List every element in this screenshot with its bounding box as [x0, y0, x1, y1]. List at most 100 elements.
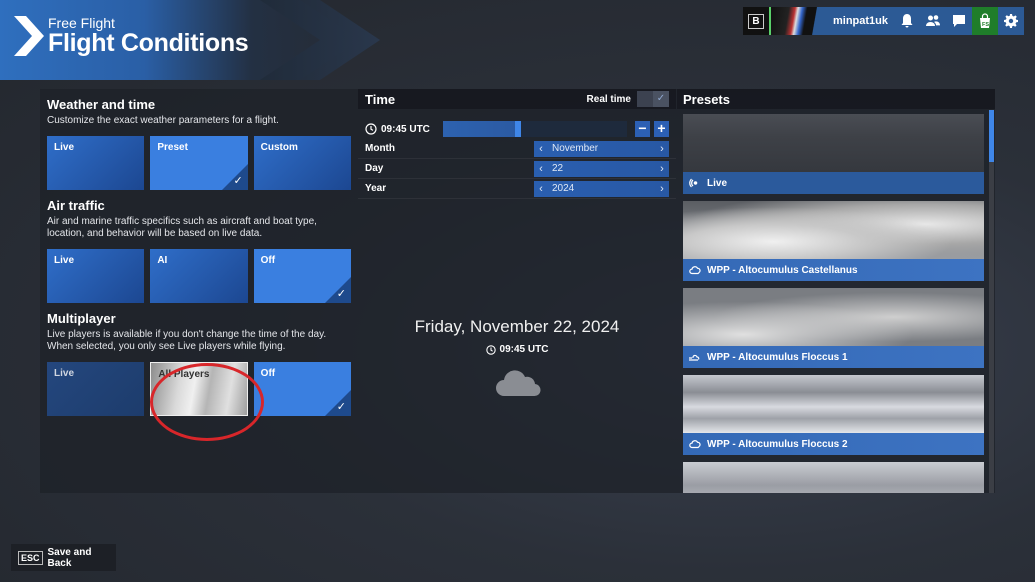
preset-item[interactable] — [683, 462, 984, 493]
preset-thumbnail — [683, 114, 984, 172]
weather-section-description: Customize the exact weather parameters f… — [47, 115, 279, 126]
multiplayer-option-all-players[interactable]: All Players — [150, 362, 248, 416]
multiplayer-option-live[interactable]: Live — [47, 362, 145, 416]
option-label: AI — [157, 255, 168, 266]
day-row: Day ‹ 22 › — [358, 159, 676, 179]
month-value: November — [552, 143, 599, 154]
time-increase-button[interactable]: + — [654, 121, 669, 137]
year-row: Year ‹ 2024 › — [358, 179, 676, 199]
chevron-right-icon[interactable]: › — [655, 143, 669, 155]
option-label: Custom — [260, 142, 298, 153]
preset-item-live[interactable]: Live — [683, 114, 984, 194]
notifications-button[interactable] — [894, 7, 920, 35]
multiplayer-option-off[interactable]: Off ✓ — [253, 362, 351, 416]
preset-thumbnail — [683, 462, 984, 493]
preset-label-bar: WPP - Altocumulus Floccus 1 — [683, 346, 984, 368]
option-label: Live — [54, 142, 75, 153]
time-value: 09:45 UTC — [381, 123, 430, 135]
conditions-options-panel: Weather and time Customize the exact wea… — [40, 89, 358, 493]
gear-icon — [1004, 14, 1018, 28]
friends-button[interactable] — [920, 7, 946, 35]
save-and-back-label: Save and Back — [47, 546, 92, 569]
cloud-icon — [689, 440, 701, 449]
month-label: Month — [365, 143, 395, 154]
cloud-icon — [496, 370, 541, 397]
chevron-right-icon[interactable]: › — [655, 183, 669, 195]
time-slider-thumb[interactable] — [514, 121, 521, 137]
profile-badge[interactable]: B — [743, 7, 769, 35]
chat-button[interactable] — [946, 7, 972, 35]
real-time-toggle[interactable]: ✓ — [637, 91, 669, 107]
year-stepper[interactable]: ‹ 2024 › — [534, 180, 669, 197]
checkmark-icon: ✓ — [653, 91, 669, 107]
time-slider[interactable] — [443, 121, 627, 137]
weather-option-custom[interactable]: Custom — [253, 136, 351, 190]
avatar[interactable] — [769, 7, 827, 35]
friends-icon — [926, 15, 940, 26]
checkmark-icon: ✓ — [336, 401, 346, 413]
air-traffic-option-ai[interactable]: AI — [150, 249, 248, 303]
settings-button[interactable] — [998, 7, 1024, 35]
chevron-right-icon[interactable]: › — [655, 163, 669, 175]
preset-item[interactable]: WPP - Altocumulus Castellanus — [683, 201, 984, 281]
preset-label: WPP - Altocumulus Floccus 2 — [707, 438, 848, 450]
preset-thumbnail — [683, 375, 984, 433]
page-title: Flight Conditions — [48, 29, 249, 57]
store-icon: FS — [980, 13, 990, 28]
presets-scrollbar-thumb[interactable] — [989, 110, 994, 162]
username[interactable]: minpat1uk — [833, 15, 894, 27]
preset-label-bar: WPP - Altocumulus Floccus 2 — [683, 433, 984, 455]
option-label: Off — [260, 255, 276, 266]
full-time: 09:45 UTC — [358, 344, 676, 355]
header-banner: Free Flight Flight Conditions — [0, 0, 480, 80]
full-date: Friday, November 22, 2024 — [414, 317, 620, 336]
badge-letter: B — [748, 13, 764, 29]
year-label: Year — [365, 183, 387, 194]
back-chevron-icon[interactable] — [12, 16, 44, 56]
preset-label-bar: WPP - Altocumulus Castellanus — [683, 259, 984, 281]
air-traffic-option-live[interactable]: Live — [47, 249, 145, 303]
flight-conditions-panel: Weather and time Customize the exact wea… — [40, 89, 995, 493]
day-value: 22 — [552, 163, 564, 174]
preset-item[interactable]: WPP - Altocumulus Floccus 1 — [683, 288, 984, 368]
presets-list: Live WPP - Altocumulus Castellanus WPP -… — [683, 114, 984, 493]
save-and-back-button[interactable]: ESC Save and Back — [11, 544, 116, 571]
air-traffic-option-off[interactable]: Off ✓ — [253, 249, 351, 303]
presets-scrollbar[interactable] — [989, 110, 994, 493]
day-stepper[interactable]: ‹ 22 › — [534, 160, 669, 177]
chat-icon — [953, 15, 965, 27]
chevron-left-icon[interactable]: ‹ — [534, 183, 548, 195]
chevron-left-icon[interactable]: ‹ — [534, 163, 548, 175]
time-title: Time — [365, 91, 396, 107]
presets-panel: Presets Live WPP - Altocumulus Castellan… — [677, 89, 995, 493]
weather-option-live[interactable]: Live — [47, 136, 145, 190]
store-button[interactable]: FS — [972, 7, 998, 35]
preset-item[interactable]: WPP - Altocumulus Floccus 2 — [683, 375, 984, 455]
air-traffic-options: Live AI Off ✓ — [47, 249, 351, 303]
bell-icon — [901, 14, 913, 28]
multiplayer-options: Live All Players Off ✓ — [47, 362, 351, 416]
chevron-left-icon[interactable]: ‹ — [534, 143, 548, 155]
preset-thumbnail — [683, 288, 984, 346]
presets-title: Presets — [683, 91, 730, 107]
weather-options: Live Preset ✓ Custom — [47, 136, 351, 190]
time-slider-row: 09:45 UTC − + — [358, 109, 676, 139]
real-time-label: Real time — [586, 93, 631, 105]
cloud-icon — [689, 266, 701, 275]
multiplayer-section-description: Live players is available if you don't c… — [47, 329, 327, 352]
time-panel: Time Real time ✓ 09:45 UTC − + Month ‹ N… — [358, 89, 676, 493]
month-stepper[interactable]: ‹ November › — [534, 140, 669, 157]
day-label: Day — [365, 163, 384, 174]
time-header: Time Real time ✓ — [358, 89, 676, 109]
time-decrease-button[interactable]: − — [635, 121, 650, 137]
preset-label: WPP - Altocumulus Floccus 1 — [707, 351, 848, 363]
weather-option-preset[interactable]: Preset ✓ — [150, 136, 248, 190]
live-signal-icon — [689, 178, 698, 188]
time-slider-fill — [443, 121, 518, 137]
multiplayer-section-title: Multiplayer — [47, 311, 116, 326]
option-label: Live — [54, 255, 75, 266]
air-traffic-section-title: Air traffic — [47, 198, 105, 213]
full-time-value: 09:45 UTC — [499, 344, 549, 355]
cloud-wind-icon — [689, 354, 700, 361]
preset-label: WPP - Altocumulus Castellanus — [707, 264, 858, 276]
